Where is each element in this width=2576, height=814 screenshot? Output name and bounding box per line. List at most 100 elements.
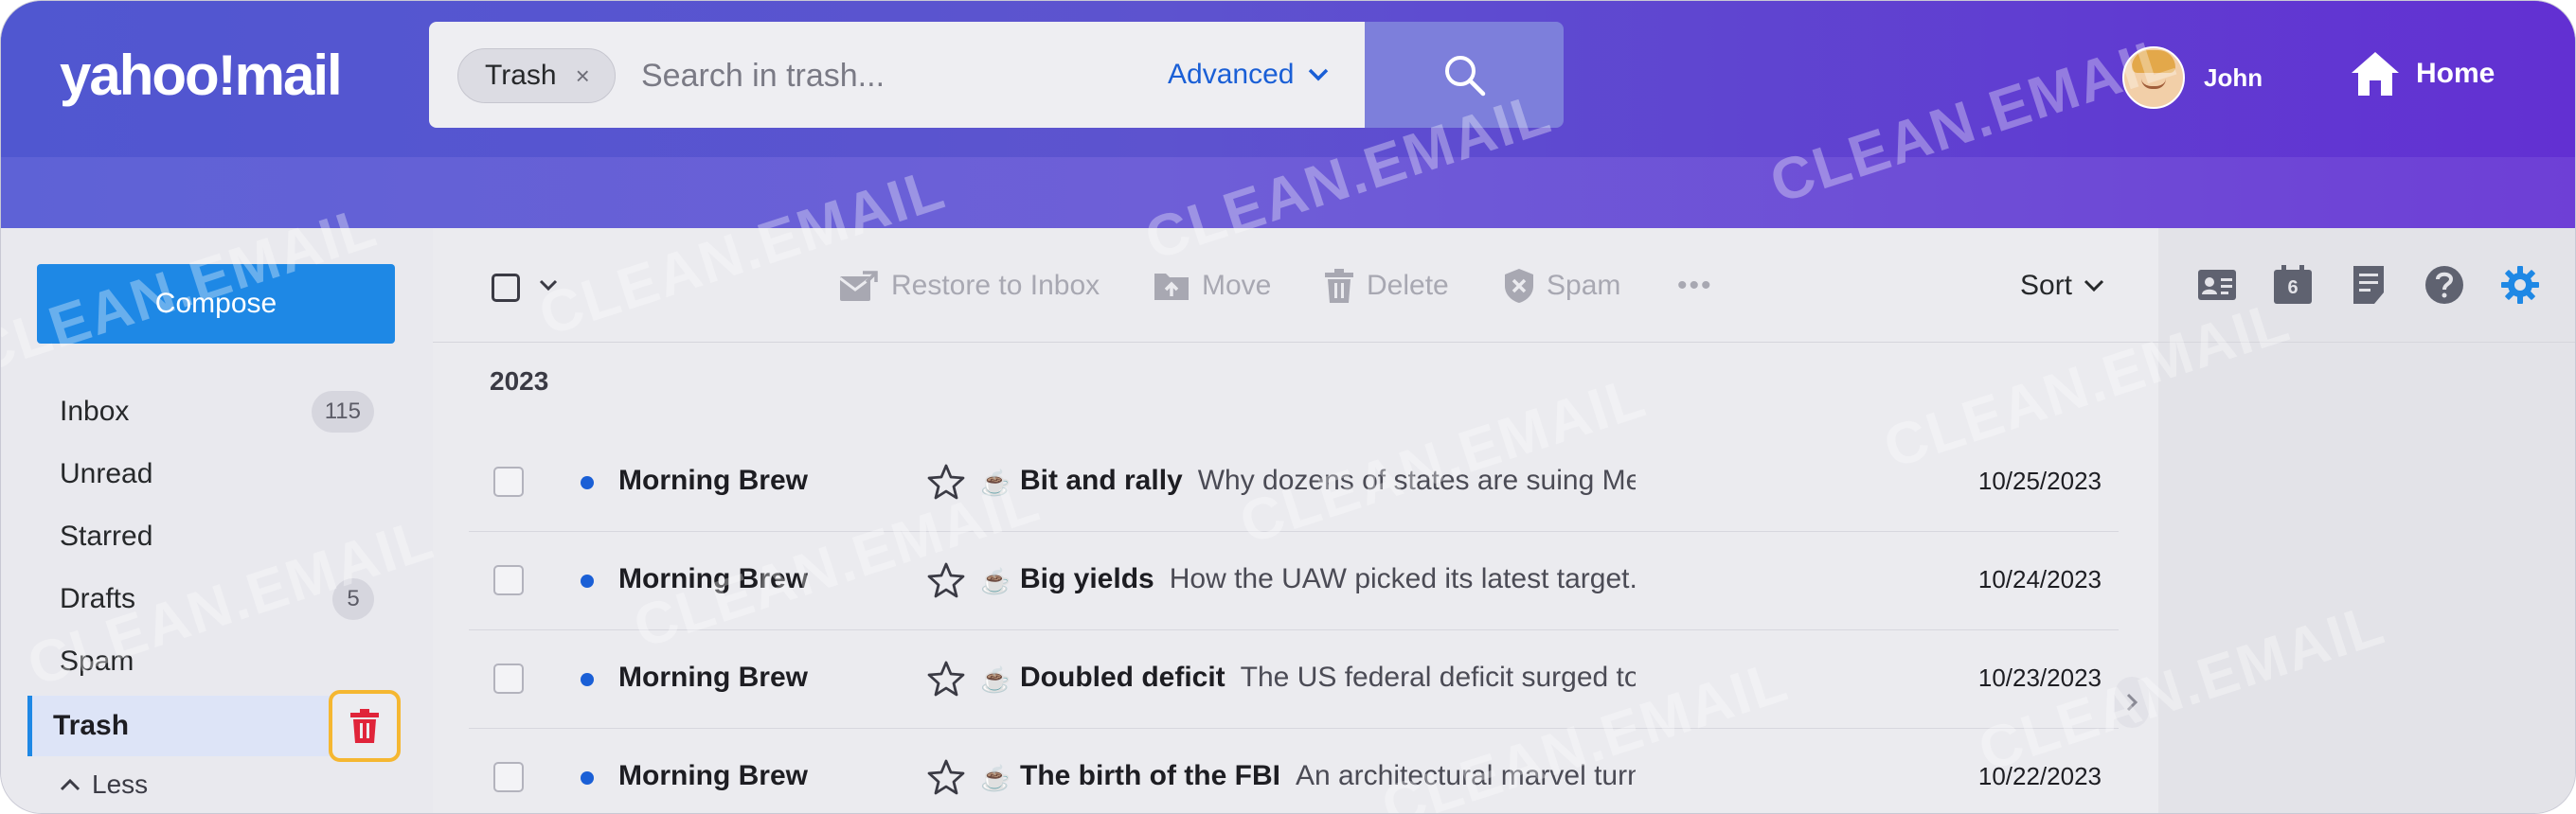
app-rail: 6 (2158, 228, 2575, 343)
unread-indicator (581, 575, 594, 588)
search-icon (1445, 56, 1486, 97)
mail-window: yahoo!mail Trash × Advanced John Home Co… (0, 0, 2576, 814)
row-checkbox[interactable] (493, 762, 524, 792)
star-icon[interactable] (927, 561, 965, 599)
message-row[interactable]: Morning Brew ☕ Doubled deficit The US fed… (469, 629, 2119, 729)
delete-label: Delete (1367, 270, 1449, 301)
sidebar-item-unread[interactable]: Unread (27, 444, 387, 504)
move-label: Move (1202, 270, 1272, 301)
sender-name: Morning Brew (618, 760, 808, 791)
subject-preview: Doubled deficit The US federal deficit su… (1020, 662, 1636, 694)
chip-label: Trash (485, 60, 557, 91)
message-toolbar: Restore to Inbox Move Delete Spam ••• So… (433, 228, 2158, 343)
inbox-count-badge: 115 (311, 391, 374, 433)
sidebar-item-starred[interactable]: Starred (27, 506, 387, 567)
trash-icon (1325, 269, 1353, 303)
drafts-count-badge: 5 (332, 578, 374, 620)
row-checkbox[interactable] (493, 565, 524, 595)
message-preview: An architectural marvel turns 50... Octo… (1295, 760, 1636, 791)
sort-button[interactable]: Sort (2020, 264, 2104, 308)
less-toggle[interactable]: Less (60, 770, 148, 800)
chip-close-icon[interactable]: × (576, 62, 590, 91)
user-name: John (2204, 62, 2263, 92)
message-row[interactable]: Morning Brew ☕ Big yields How the UAW pic… (469, 531, 2119, 630)
user-menu[interactable]: John (2122, 46, 2263, 109)
expand-pane-button[interactable] (2115, 677, 2149, 728)
right-pane: 6 (2158, 228, 2575, 813)
gear-icon[interactable] (2499, 264, 2541, 306)
folder-label: Inbox (60, 396, 130, 427)
restore-to-inbox-button[interactable]: Restore to Inbox (838, 264, 1100, 308)
contacts-icon[interactable] (2196, 264, 2238, 306)
date-group-header: 2023 (490, 366, 549, 396)
trash-icon (350, 709, 379, 743)
home-label: Home (2416, 58, 2496, 89)
compose-button[interactable]: Compose (37, 264, 395, 344)
coffee-emoji: ☕ (980, 567, 1011, 595)
select-all-checkbox[interactable] (492, 274, 520, 302)
home-icon (2352, 52, 2399, 96)
select-menu-chevron-icon[interactable] (537, 274, 560, 296)
folder-label: Unread (60, 458, 153, 489)
folder-move-icon (1154, 274, 1189, 300)
chevron-up-icon (60, 778, 80, 791)
spam-button[interactable]: Spam (1503, 264, 1620, 308)
sender-name: Morning Brew (618, 465, 808, 496)
chevron-down-icon (1309, 68, 1329, 81)
row-checkbox[interactable] (493, 467, 524, 497)
row-checkbox[interactable] (493, 664, 524, 694)
folder-label: Spam (60, 646, 134, 677)
less-label: Less (92, 770, 149, 799)
star-icon[interactable] (927, 660, 965, 698)
home-link[interactable]: Home (2350, 50, 2495, 97)
yahoo-mail-logo[interactable]: yahoo!mail (60, 43, 343, 108)
message-row[interactable]: Morning Brew ☕ Bit and rally Why dozens o… (469, 433, 2119, 532)
sidebar: Compose Inbox 115 Unread Starred Drafts … (1, 228, 433, 813)
message-preview: The US federal deficit surged to $2T thi… (1240, 662, 1636, 693)
search-bar: Trash × Advanced (429, 22, 1365, 128)
message-preview: How the UAW picked its latest target... … (1169, 563, 1636, 594)
shield-icon (1505, 269, 1533, 303)
sidebar-item-inbox[interactable]: Inbox 115 (27, 381, 387, 442)
unread-indicator (581, 771, 594, 785)
advanced-label: Advanced (1168, 59, 1295, 90)
trash-filter-chip[interactable]: Trash × (457, 48, 616, 103)
message-date: 10/23/2023 (1977, 664, 2102, 692)
sidebar-item-drafts[interactable]: Drafts 5 (27, 569, 387, 629)
sender-name: Morning Brew (618, 563, 808, 594)
coffee-emoji: ☕ (980, 764, 1011, 792)
notepad-icon[interactable] (2348, 264, 2389, 306)
message-date: 10/24/2023 (1977, 565, 2102, 593)
message-subject: Bit and rally (1020, 465, 1183, 496)
sidebar-item-spam[interactable]: Spam (27, 631, 387, 692)
search-button[interactable] (1365, 22, 1564, 128)
advanced-search-button[interactable]: Advanced (1168, 48, 1330, 101)
restore-icon (839, 271, 878, 301)
coffee-emoji: ☕ (980, 665, 1011, 694)
message-date: 10/22/2023 (1977, 762, 2102, 790)
message-subject: The birth of the FBI (1020, 760, 1280, 791)
search-input[interactable] (639, 48, 1117, 103)
sender-name: Morning Brew (618, 662, 808, 693)
unread-indicator (581, 476, 594, 489)
subject-preview: Big yields How the UAW picked its latest … (1020, 563, 1636, 595)
star-icon[interactable] (927, 758, 965, 796)
more-actions-button[interactable]: ••• (1677, 264, 1713, 308)
chevron-down-icon (2084, 279, 2104, 292)
chevron-right-icon (2126, 693, 2138, 712)
unread-indicator (581, 673, 594, 686)
folder-label: Trash (53, 710, 130, 741)
sidebar-item-trash[interactable]: Trash (27, 696, 331, 756)
message-subject: Big yields (1020, 563, 1154, 594)
help-icon[interactable] (2424, 264, 2465, 306)
empty-trash-button[interactable] (329, 690, 401, 762)
message-date: 10/25/2023 (1977, 467, 2102, 495)
message-list-pane: Restore to Inbox Move Delete Spam ••• So… (433, 228, 2160, 813)
coffee-emoji: ☕ (980, 469, 1011, 497)
message-row[interactable]: Morning Brew ☕ The birth of the FBI An ar… (469, 728, 2119, 813)
subject-preview: The birth of the FBI An architectural mar… (1020, 760, 1636, 792)
star-icon[interactable] (927, 463, 965, 501)
move-button[interactable]: Move (1153, 264, 1271, 308)
calendar-icon[interactable]: 6 (2272, 264, 2314, 306)
delete-button[interactable]: Delete (1323, 264, 1449, 308)
